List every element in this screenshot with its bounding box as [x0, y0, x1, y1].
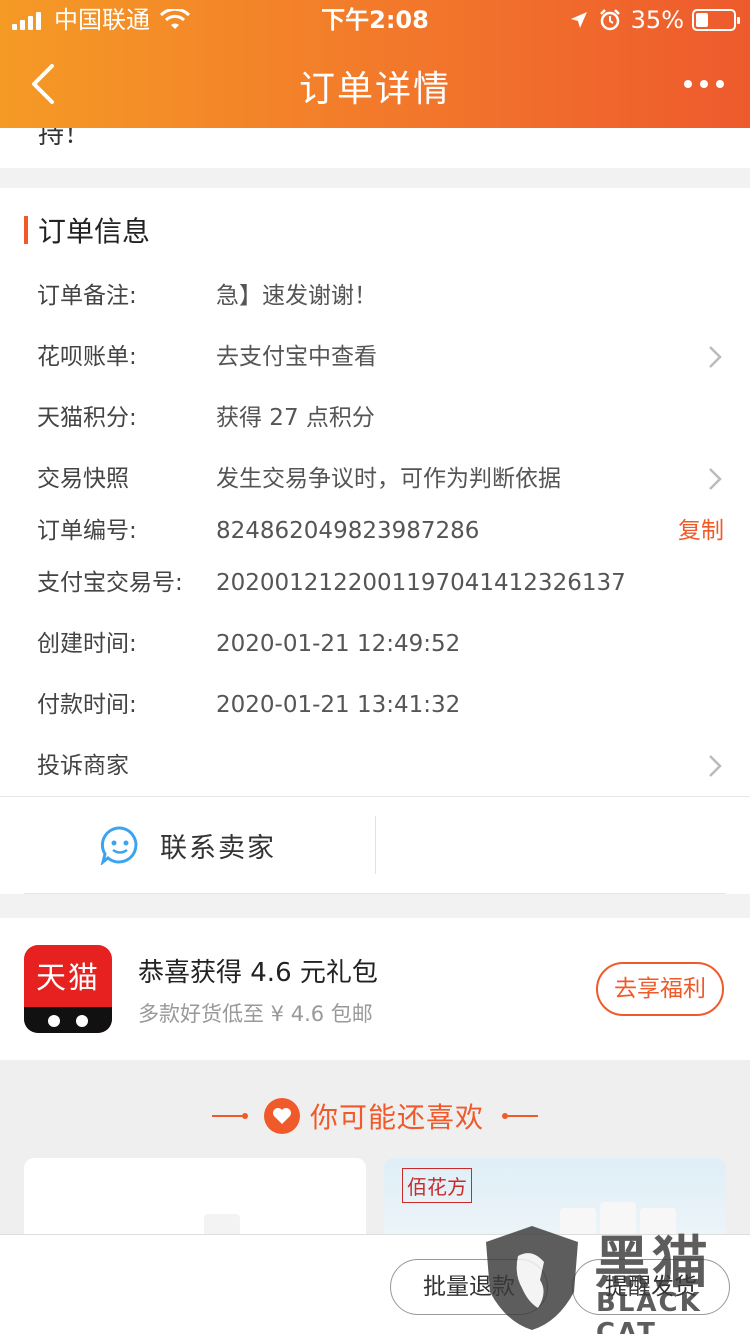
alarm-icon — [599, 9, 620, 31]
pay-time-label: 付款时间: — [37, 692, 137, 718]
partial-text: 持！ — [38, 128, 91, 150]
battery-percent: 35% — [630, 6, 684, 34]
row-order-note: 订单备注: 急】速发谢谢！ — [0, 276, 750, 316]
order-note-label: 订单备注: — [37, 283, 137, 309]
points-label: 天猫积分: — [37, 405, 137, 431]
status-bar: 中国联通 下午2:08 35% — [0, 0, 750, 40]
chevron-right-icon — [709, 346, 722, 368]
row-create-time: 创建时间: 2020-01-21 12:49:52 — [0, 624, 750, 664]
contact-seller-label: 联系卖家 — [160, 832, 276, 864]
snapshot-value: 发生交易争议时，可作为判断依据 — [216, 466, 561, 492]
promo-subtitle: 多款好货低至 ¥ 4.6 包邮 — [138, 1002, 373, 1026]
pay-time-value: 2020-01-21 13:41:32 — [216, 692, 461, 718]
huabei-label: 花呗账单: — [37, 344, 137, 370]
order-number-label: 订单编号: — [37, 518, 137, 544]
order-info-title: 订单信息 — [24, 212, 150, 248]
create-time-label: 创建时间: — [37, 631, 137, 657]
more-icon[interactable] — [684, 72, 724, 96]
location-icon — [570, 12, 587, 28]
decor-line-right — [502, 1113, 538, 1119]
heart-icon — [263, 1098, 300, 1134]
order-note-value: 急】速发谢谢！ — [216, 283, 377, 309]
contact-area: 联系卖家 — [0, 796, 750, 894]
claim-benefit-button[interactable]: 去享福利 — [596, 962, 724, 1016]
row-complain-seller[interactable]: 投诉商家 — [0, 746, 750, 786]
decor-line-left — [211, 1113, 248, 1119]
vertical-divider — [375, 816, 376, 874]
row-pay-time: 付款时间: 2020-01-21 13:41:32 — [0, 685, 750, 725]
tmall-logo-text: 天猫 — [36, 961, 100, 996]
points-value: 获得 27 点积分 — [216, 405, 375, 431]
status-right: 35% — [569, 0, 740, 40]
batch-refund-button[interactable]: 批量退款 — [390, 1259, 548, 1315]
row-tmall-points: 天猫积分: 获得 27 点积分 — [0, 398, 750, 438]
previous-section-partial: 持！ — [0, 128, 750, 168]
order-number-value: 824862049823987286 — [216, 518, 480, 544]
chevron-right-icon — [709, 755, 722, 777]
divider — [24, 893, 726, 894]
copy-button[interactable]: 复制 — [678, 511, 724, 551]
order-info-card: 订单信息 订单备注: 急】速发谢谢！ 花呗账单: 去支付宝中查看 天猫积分: 获… — [0, 188, 750, 894]
bottom-action-bar: 批量退款 提醒发货 — [0, 1234, 750, 1334]
page-title: 订单详情 — [298, 69, 451, 110]
recommend-section: 你可能还喜欢 佰花方 — [0, 1060, 750, 1248]
promo-card: 天猫 恭喜获得 4.6 元礼包 多款好货低至 ¥ 4.6 包邮 去享福利 — [0, 918, 750, 1060]
title-accent-bar — [24, 216, 28, 244]
complain-label: 投诉商家 — [37, 753, 129, 779]
chevron-right-icon — [709, 468, 722, 490]
alipay-no-label: 支付宝交易号: — [37, 570, 183, 596]
chat-smiley-icon — [100, 826, 138, 865]
battery-icon — [692, 9, 740, 31]
create-time-value: 2020-01-21 12:49:52 — [216, 631, 461, 657]
recommend-header: 你可能还喜欢 — [0, 1096, 750, 1136]
remind-shipping-button[interactable]: 提醒发货 — [572, 1259, 730, 1315]
snapshot-label: 交易快照 — [37, 466, 129, 492]
order-info-heading: 订单信息 — [38, 215, 151, 248]
alipay-no-value: 2020012122001197041412326137 — [216, 570, 626, 596]
header: 中国联通 下午2:08 35% 订单详情 — [0, 0, 750, 128]
row-huabei-bill[interactable]: 花呗账单: 去支付宝中查看 — [0, 337, 750, 377]
huabei-value: 去支付宝中查看 — [216, 344, 377, 370]
nav-bar: 订单详情 — [0, 40, 750, 128]
row-alipay-trade-no: 支付宝交易号: 2020012122001197041412326137 — [0, 563, 750, 603]
brand-logo: 佰花方 — [402, 1168, 472, 1203]
tmall-cat-face — [24, 1007, 112, 1033]
tmall-logo: 天猫 — [24, 945, 112, 1033]
recommend-title: 你可能还喜欢 — [309, 1101, 484, 1134]
row-order-number: 订单编号: 824862049823987286 复制 — [0, 511, 750, 551]
contact-seller-button[interactable]: 联系卖家 — [100, 820, 276, 870]
promo-title: 恭喜获得 4.6 元礼包 — [138, 958, 378, 988]
row-trade-snapshot[interactable]: 交易快照 发生交易争议时，可作为判断依据 — [0, 459, 750, 499]
